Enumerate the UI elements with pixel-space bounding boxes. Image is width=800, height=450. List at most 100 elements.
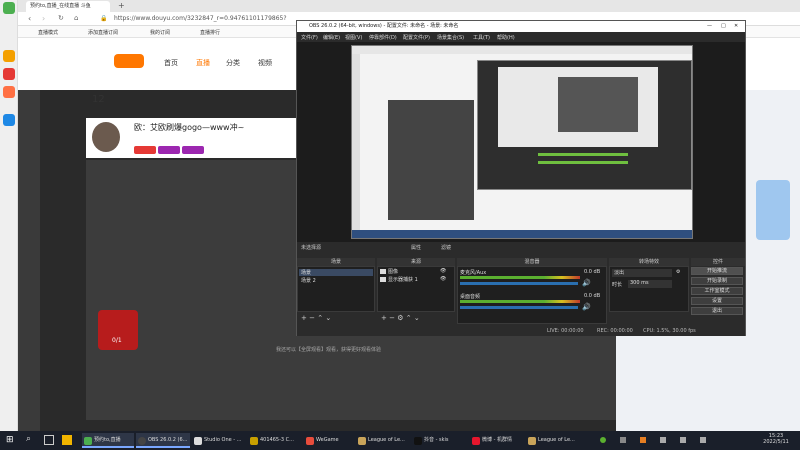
nav-category[interactable]: 分类 bbox=[226, 58, 240, 68]
image-icon bbox=[380, 269, 386, 274]
nav-video[interactable]: 视频 bbox=[258, 58, 272, 68]
close-icon[interactable]: ✕ bbox=[734, 21, 738, 32]
sidebar-weibo-icon[interactable] bbox=[3, 86, 15, 98]
status-bar: LIVE: 00:00:00 REC: 00:00:00 CPU: 1.5%, … bbox=[297, 326, 745, 336]
start-streaming-button[interactable]: 开始推流 bbox=[691, 267, 743, 275]
preview-canvas[interactable] bbox=[351, 45, 693, 239]
taskbar-app[interactable]: League of Le... bbox=[526, 433, 580, 448]
menu-edit[interactable]: 编辑(E) bbox=[323, 34, 340, 41]
new-tab-icon[interactable]: + bbox=[118, 1, 125, 10]
task-view-icon[interactable] bbox=[44, 435, 54, 445]
sidebar-video-icon[interactable] bbox=[3, 68, 15, 80]
taskbar: ⊞ ⌕ 预约to,直播 OBS 26.0.2 (6... Studio One … bbox=[0, 431, 800, 450]
volume-slider[interactable] bbox=[460, 306, 578, 309]
browser-logo-icon[interactable] bbox=[3, 2, 15, 14]
input-method-icon[interactable] bbox=[700, 437, 706, 443]
remove-source-icon[interactable]: − bbox=[389, 314, 395, 322]
start-recording-button[interactable]: 开始录制 bbox=[691, 277, 743, 285]
settings-button[interactable]: 设置 bbox=[691, 297, 743, 305]
remove-scene-icon[interactable]: − bbox=[309, 314, 315, 322]
bookmark-item[interactable]: 直播排行 bbox=[200, 29, 220, 36]
move-down-icon[interactable]: ⌄ bbox=[325, 314, 331, 322]
home-icon[interactable]: ⌂ bbox=[74, 14, 78, 22]
obs-preview-area[interactable] bbox=[297, 42, 745, 242]
add-scene-icon[interactable]: + bbox=[301, 314, 307, 322]
gift-box[interactable] bbox=[98, 310, 138, 350]
sidebar-favorites-icon[interactable] bbox=[3, 50, 15, 62]
move-up-icon[interactable]: ⌃ bbox=[317, 314, 323, 322]
eye-icon[interactable]: 👁 bbox=[440, 268, 446, 274]
speaker-icon[interactable]: 🔊 bbox=[582, 303, 591, 311]
studio-mode-button[interactable]: 工作室模式 bbox=[691, 287, 743, 295]
source-item[interactable]: 显示器捕获 1 bbox=[388, 276, 418, 283]
preview-nested-player bbox=[388, 100, 474, 220]
preview-nested-taskbar bbox=[352, 230, 692, 238]
avatar[interactable] bbox=[92, 122, 120, 152]
properties-button[interactable]: 属性 bbox=[411, 244, 421, 251]
taskbar-label: 401465-3 C... bbox=[260, 437, 294, 443]
menu-help[interactable]: 帮助(H) bbox=[497, 34, 515, 41]
move-up-icon[interactable]: ⌃ bbox=[406, 314, 412, 322]
url-field[interactable]: https://www.douyu.com/3232847_r=0.947611… bbox=[114, 15, 287, 22]
douyu-logo[interactable] bbox=[114, 54, 144, 68]
reload-icon[interactable]: ↻ bbox=[58, 14, 64, 22]
controls-dock-title: 控件 bbox=[691, 258, 745, 266]
gear-icon[interactable]: ⚙ bbox=[676, 269, 680, 275]
taskbar-app[interactable]: League of Le... bbox=[356, 433, 410, 448]
promo-image[interactable] bbox=[756, 180, 790, 240]
scene-item[interactable]: 场景 bbox=[299, 269, 373, 276]
badge bbox=[158, 146, 180, 154]
taskbar-app[interactable]: 预约to,直播 bbox=[82, 433, 134, 448]
gear-icon[interactable]: ⚙ bbox=[397, 314, 403, 322]
bookmark-item[interactable]: 我的订阅 bbox=[150, 29, 170, 36]
search-icon[interactable]: ⌕ bbox=[26, 434, 31, 444]
maximize-icon[interactable]: □ bbox=[721, 21, 726, 32]
folder-icon[interactable] bbox=[62, 435, 72, 445]
menu-tools[interactable]: 工具(T) bbox=[473, 34, 490, 41]
menu-docks[interactable]: 停靠部件(D) bbox=[369, 34, 397, 41]
bookmark-item[interactable]: 添加直播订阅 bbox=[88, 29, 118, 36]
menu-file[interactable]: 文件(F) bbox=[301, 34, 318, 41]
eye-icon[interactable]: 👁 bbox=[440, 276, 446, 282]
network-icon[interactable] bbox=[660, 437, 666, 443]
sidebar-mail-icon[interactable] bbox=[3, 114, 15, 126]
bookmark-item[interactable]: 直播模式 bbox=[38, 29, 58, 36]
menu-profile[interactable]: 配置文件(P) bbox=[403, 34, 430, 41]
taskbar-app[interactable]: Studio One - ... bbox=[192, 433, 246, 448]
volume-slider[interactable] bbox=[460, 282, 578, 285]
add-source-icon[interactable]: + bbox=[381, 314, 387, 322]
scenes-dock-title: 场景 bbox=[297, 258, 375, 266]
taskbar-app[interactable]: 401465-3 C... bbox=[248, 433, 302, 448]
volume-icon[interactable] bbox=[680, 437, 686, 443]
forward-icon[interactable]: › bbox=[42, 14, 45, 23]
speaker-icon[interactable]: 🔊 bbox=[582, 279, 591, 287]
taskbar-app[interactable]: 抖音 - skis bbox=[412, 433, 466, 448]
menu-scene-collection[interactable]: 场景集合(S) bbox=[437, 34, 464, 41]
source-item[interactable]: 图像 bbox=[388, 268, 398, 275]
taskbar-app[interactable]: 微博 - 机群情 bbox=[470, 433, 524, 448]
live-timer: LIVE: 00:00:00 bbox=[547, 328, 584, 334]
system-tray bbox=[600, 437, 750, 445]
exit-button[interactable]: 退出 bbox=[691, 307, 743, 315]
transition-select[interactable]: 淡出 bbox=[612, 269, 672, 277]
move-down-icon[interactable]: ⌄ bbox=[414, 314, 420, 322]
duration-input[interactable]: 300 ms bbox=[628, 280, 672, 288]
browser-tab[interactable]: 预约to,直播_在线直播 斗鱼 bbox=[26, 1, 110, 12]
back-icon[interactable]: ‹ bbox=[28, 14, 31, 23]
taskbar-app[interactable]: OBS 26.0.2 (6... bbox=[136, 433, 190, 448]
menu-view[interactable]: 视图(V) bbox=[345, 34, 362, 41]
scene-item[interactable]: 场景 2 bbox=[299, 277, 316, 284]
nav-home[interactable]: 首页 bbox=[164, 58, 178, 68]
cpu-fps: CPU: 1.5%, 30.00 fps bbox=[643, 328, 696, 334]
badge bbox=[182, 146, 204, 154]
tray-icon[interactable] bbox=[620, 437, 626, 443]
minimize-icon[interactable]: — bbox=[707, 21, 712, 32]
clock[interactable]: 15:23 2022/5/11 bbox=[762, 433, 790, 445]
windows-start-icon[interactable]: ⊞ bbox=[6, 435, 16, 445]
channel-db: 0.0 dB bbox=[584, 293, 601, 299]
tray-icon[interactable] bbox=[640, 437, 646, 443]
tray-icon[interactable] bbox=[600, 437, 606, 443]
nav-live[interactable]: 直播 bbox=[196, 58, 210, 68]
taskbar-app[interactable]: WeGame bbox=[304, 433, 354, 448]
filters-button[interactable]: 滤镜 bbox=[441, 244, 451, 251]
